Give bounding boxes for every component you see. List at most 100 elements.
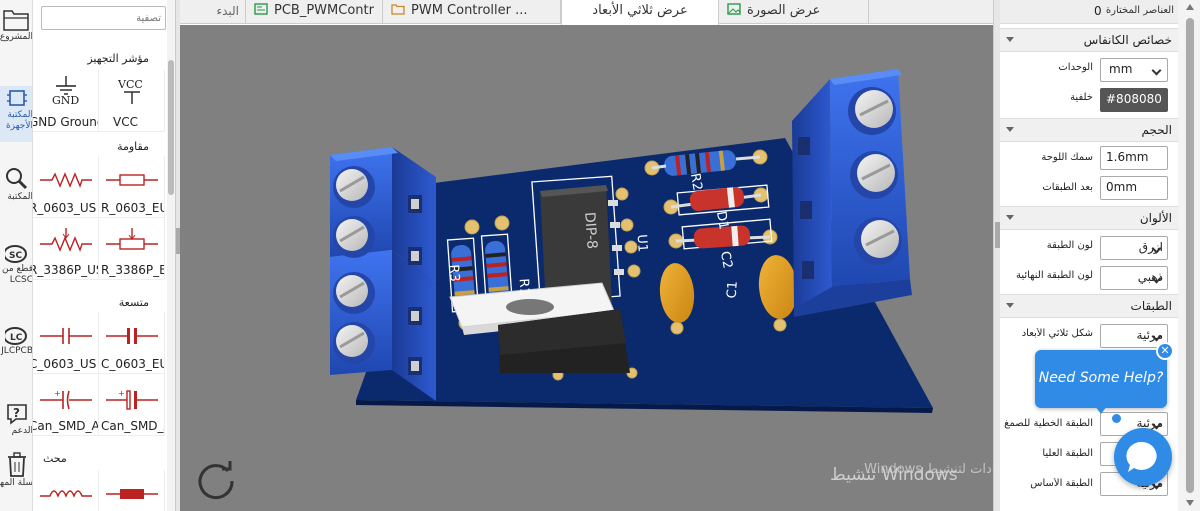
silk-d1: D1 — [713, 210, 731, 231]
reset-view-icon[interactable] — [192, 457, 240, 505]
library-item-r-3386p-eu[interactable]: R_3386P_EU — [99, 218, 165, 280]
layer-color-select[interactable]: ازرق — [1100, 236, 1168, 260]
section-layers[interactable]: الطبقات — [1000, 294, 1178, 318]
finish-color-select[interactable]: ذهبي — [1100, 266, 1168, 290]
library-item-label: R_3386P_US — [33, 263, 98, 277]
help-indicator-dot — [1112, 414, 1121, 423]
tab-pcb[interactable]: PCB_PWMContr — [246, 0, 383, 24]
library-item-gnd[interactable]: GND GND Ground — [33, 70, 99, 132]
library-item-can-smd-a-2[interactable]: + Can_SMD_A — [99, 374, 165, 436]
ground-symbol-icon: GND — [52, 76, 79, 104]
library-item-inductor-eu[interactable] — [99, 470, 165, 511]
pcb-3d-scene: DIP-8 U1 R3 R1 R2 D1 C1 C2 — [330, 69, 933, 413]
library-scrollbar-thumb[interactable] — [168, 60, 174, 195]
folder-icon — [2, 10, 29, 31]
bubble-tail — [1095, 406, 1107, 414]
section-size[interactable]: الحجم — [1000, 118, 1178, 142]
library-item-c-0603-us[interactable]: C_0603_US — [33, 312, 99, 374]
scroll-down-icon[interactable] — [1186, 500, 1194, 506]
screw-icon — [333, 322, 375, 364]
jlc-icon: LC — [4, 327, 27, 345]
tab-bar: البدء PCB_PWMContr PWM Controller ... عر… — [180, 0, 993, 25]
svg-text:+: + — [54, 389, 61, 398]
section-title: الحجم — [1141, 123, 1172, 137]
silk-c1: C1 — [725, 280, 741, 298]
collapse-arrow-icon — [1006, 127, 1014, 132]
units-label: الوحدات — [1058, 62, 1093, 73]
units-select[interactable]: mm — [1100, 58, 1168, 82]
silk-r3: R3 — [446, 264, 462, 282]
potentiometer-eu-icon — [105, 228, 158, 250]
library-item-label: C_0603_EU — [101, 357, 165, 371]
collapse-arrow-icon — [1006, 303, 1014, 308]
help-close-button[interactable]: ✕ — [1156, 342, 1174, 360]
screw-icon — [850, 151, 898, 199]
help-bubble[interactable]: Need Some Help? — [1035, 350, 1167, 414]
sidebar-item-project[interactable]: المشروع — [0, 8, 32, 56]
capacitor-eu-icon — [105, 328, 158, 344]
right-panel-splitter[interactable] — [993, 0, 1000, 511]
sidebar-item-jlcpcb[interactable]: LC JLCPCB — [0, 326, 32, 366]
screw-icon — [333, 216, 375, 258]
inductor-icon — [39, 490, 92, 498]
background-label: خلفية — [1070, 92, 1093, 103]
library-item-label: R_0603_US — [33, 201, 97, 215]
library-item-r-3386p-us[interactable]: R_3386P_US — [33, 218, 99, 280]
library-item-can-smd-a[interactable]: + Can_SMD_A — [33, 374, 99, 436]
svg-text:LC: LC — [10, 333, 23, 343]
library-item-vcc[interactable]: VCC VCC — [99, 70, 165, 132]
section-canvas-properties[interactable]: خصائص الكانفاس — [1000, 28, 1178, 52]
scrollbar-thumb[interactable] — [1186, 18, 1194, 493]
selected-label: العناصر المختارة — [1105, 5, 1174, 16]
3d-viewport[interactable]: DIP-8 U1 R3 R1 R2 D1 C1 C2 تنشيط Windows — [180, 25, 993, 511]
library-item-c-0603-eu[interactable]: C_0603_EU — [99, 312, 165, 374]
resistor-eu-icon — [105, 174, 158, 186]
chip-icon — [6, 90, 27, 106]
section-title: الطبقات — [1130, 299, 1172, 313]
section-title: خصائص الكانفاس — [1083, 33, 1172, 47]
scroll-up-icon[interactable] — [1186, 4, 1194, 10]
tab-project[interactable]: PWM Controller ... — [383, 0, 561, 24]
sidebar-item-trash[interactable]: سلة المهملات — [0, 452, 32, 504]
chat-launcher-button[interactable] — [1114, 428, 1172, 486]
layer-distance-input[interactable]: 0mm — [1100, 176, 1168, 200]
board-thickness-input[interactable]: 1.6mm — [1100, 146, 1168, 170]
section-colors[interactable]: الألوان — [1000, 206, 1178, 230]
pcb-icon — [254, 3, 268, 15]
collapse-arrow-icon — [1006, 37, 1014, 42]
chat-bubble-icon — [1126, 441, 1157, 472]
library-filter-input[interactable] — [41, 6, 166, 30]
library-item-label: R_3386P_EU — [101, 263, 164, 277]
sidebar-item-support[interactable]: ? الدعم — [0, 402, 32, 442]
top-solder-label: الطبقة الخطية للصمغ العلوية — [1003, 418, 1093, 429]
category-title: مؤشر التجهيز — [87, 52, 149, 65]
library-item-label: VCC — [113, 115, 138, 129]
top-copper-label: الطبقة العليا — [1042, 448, 1093, 459]
selected-count: 0 — [1094, 4, 1102, 18]
sidebar-item-label: قطع من LCSC — [1, 264, 33, 285]
help-text: Need Some Help? — [1038, 370, 1164, 386]
svg-text:VCC: VCC — [117, 78, 143, 91]
library-item-r-0603-eu[interactable]: R_0603_EU — [99, 156, 165, 218]
lcsc-icon: SC — [4, 245, 27, 263]
tab-label: عرض الصورة — [747, 3, 821, 18]
tab-3d-view[interactable]: عرض ثلاثي الأبعاد — [561, 0, 719, 25]
library-item-inductor[interactable] — [33, 470, 99, 511]
sidebar-item-library[interactable]: المكتبة — [0, 166, 32, 210]
svg-text:?: ? — [13, 406, 20, 420]
folder-icon — [391, 4, 405, 15]
screw-icon — [333, 272, 375, 314]
capacitor-us-icon — [39, 328, 92, 344]
properties-scrollbar[interactable] — [1178, 0, 1200, 511]
library-item-r-0603-us[interactable]: R_0603_US — [33, 156, 99, 218]
sidebar-item-lcsc[interactable]: SC قطع من LCSC — [0, 244, 33, 294]
electrolytic-cap-eu-icon: + — [105, 389, 158, 410]
trash-icon — [7, 452, 26, 477]
section-title: الألوان — [1139, 211, 1172, 225]
tab-home[interactable]: البدء — [180, 0, 246, 24]
tab-image-view[interactable]: عرض الصورة — [719, 0, 869, 24]
background-color-field[interactable]: #808080 — [1100, 88, 1168, 112]
electrolytic-cap-icon: + — [39, 389, 92, 410]
bottom-layer-label: الطبقة الأساس — [1030, 478, 1093, 489]
sidebar-item-device-library[interactable]: المكتبة الأجهزة — [0, 86, 32, 142]
